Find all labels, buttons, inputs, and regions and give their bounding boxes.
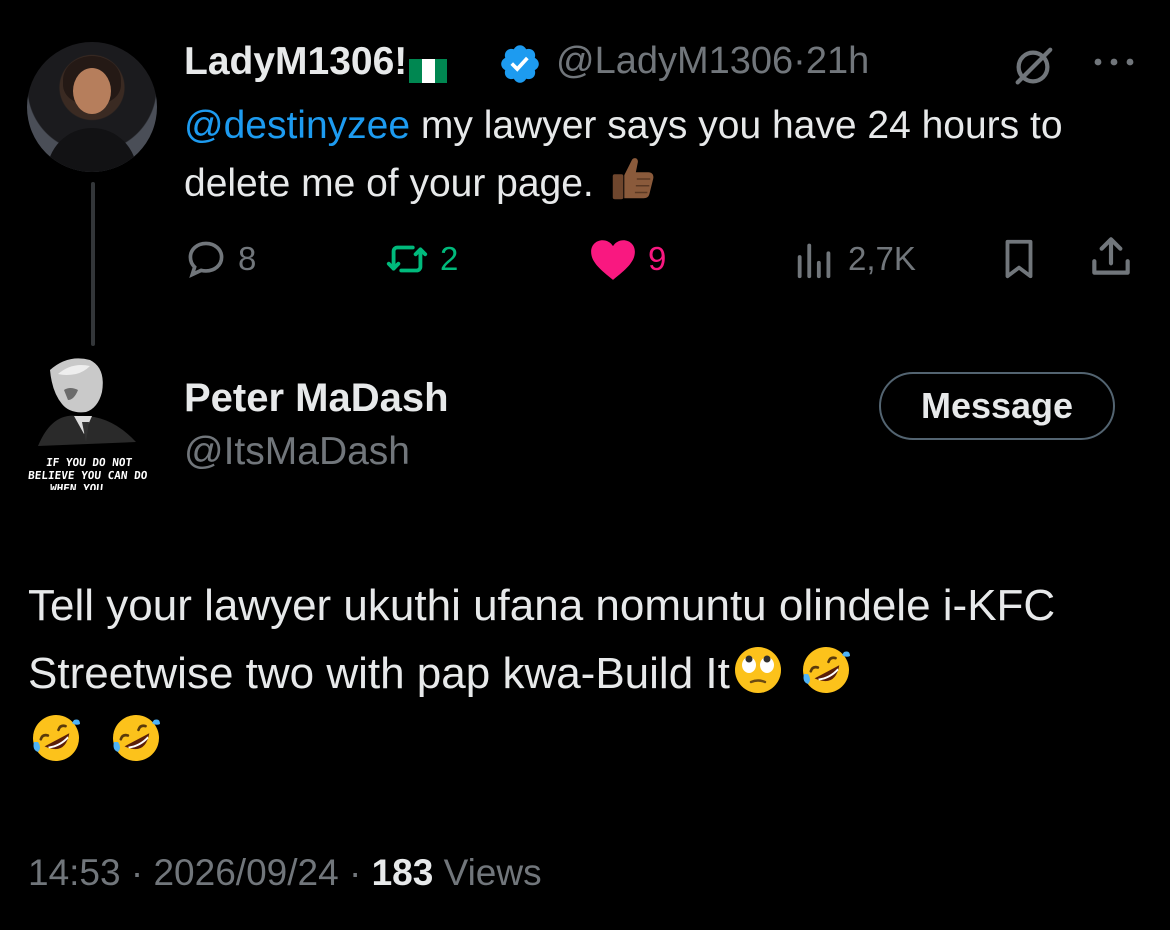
rofl-emoji-icon (803, 647, 851, 693)
rofl-emoji-icon (113, 715, 161, 761)
avatar-ladym1306[interactable] (27, 42, 157, 172)
author-handle[interactable]: @LadyM1306 (556, 40, 793, 82)
thumbs-up-emoji-icon (612, 158, 654, 200)
retweet-count: 2 (440, 240, 459, 277)
nigeria-flag-icon (409, 49, 448, 83)
mention-link[interactable]: @destinyzee (184, 104, 410, 147)
avatar-caption: IF YOU DO NOT BELIEVE YOU CAN DO WHEN YO… (28, 456, 148, 490)
author-handle-time: @LadyM1306·21h (556, 40, 869, 83)
face-with-rolling-eyes-emoji-icon (734, 647, 781, 693)
views-chart-icon (797, 243, 831, 279)
tweet-time-ago[interactable]: 21h (806, 40, 869, 82)
heart-icon (591, 240, 635, 280)
author-name-row[interactable]: LadyM1306! (184, 40, 448, 84)
grok-icon[interactable] (1010, 44, 1056, 90)
tweet-metadata: 14:53 · 2026/09/24 · 183 Views (28, 852, 542, 893)
reply-tweet-text: Tell your lawyer ukuthi ufana nomuntu ol… (28, 572, 1138, 776)
reply-tweet-body: Tell your lawyer ukuthi ufana nomuntu ol… (28, 581, 1056, 698)
views-button[interactable]: 2,7K (792, 234, 916, 284)
like-count: 9 (648, 240, 667, 277)
reply-icon (188, 241, 224, 279)
message-button[interactable]: Message (879, 372, 1115, 440)
views-label: Views (443, 852, 542, 893)
tweet-time[interactable]: 14:53 (28, 852, 121, 893)
avatar-itsmadash[interactable]: IF YOU DO NOT BELIEVE YOU CAN DO WHEN YO… (28, 350, 148, 490)
rofl-emoji-icon (33, 715, 80, 761)
tweet-date[interactable]: 2026/09/24 (153, 852, 338, 893)
share-icon[interactable] (1086, 232, 1136, 282)
reply-button[interactable]: 8 (184, 234, 256, 284)
verified-badge-icon (501, 45, 539, 83)
parent-tweet-text: @destinyzee my lawyer says you have 24 h… (184, 98, 1144, 212)
views-count: 183 (371, 852, 434, 893)
like-button[interactable]: 9 (588, 234, 666, 284)
thread-connector-line (91, 182, 95, 346)
more-options-icon[interactable] (1090, 52, 1138, 72)
separator-dot: · (793, 40, 806, 82)
view-count: 2,7K (848, 240, 916, 277)
retweet-icon (386, 245, 428, 273)
reply-author-handle[interactable]: @ItsMaDash (184, 430, 410, 474)
bookmark-icon[interactable] (996, 234, 1042, 284)
reply-count: 8 (238, 240, 257, 277)
reply-author-name[interactable]: Peter MaDash (184, 376, 449, 421)
retweet-button[interactable]: 2 (384, 234, 458, 284)
author-display-name[interactable]: LadyM1306! (184, 40, 407, 83)
